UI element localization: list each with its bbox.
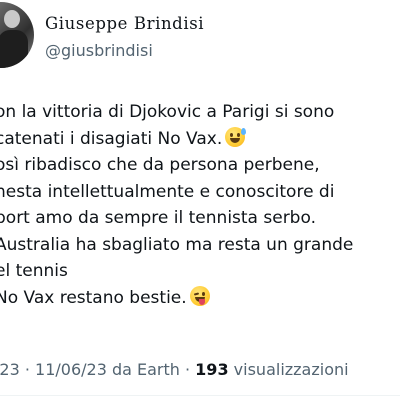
divider (0, 395, 400, 396)
tweet-header: Giuseppe Brindisi @giusbrindisi (0, 0, 400, 80)
view-count: 193 (195, 360, 229, 379)
views-label: visualizzazioni (233, 360, 349, 379)
tweet-line-7: el tennis (0, 261, 68, 281)
tweet-line-5: port amo da sempre il tennista serbo. (0, 208, 316, 228)
tweet-line-6: Australia ha sbagliato ma resta un grand… (0, 234, 354, 255)
tweet-meta: :23 · 11/06/23 da Earth · 193 visualizza… (0, 360, 349, 379)
avatar[interactable] (0, 2, 34, 68)
avatar-body (0, 30, 28, 68)
tweet-line-2-text: catenati i disagiati No Vax. (0, 128, 223, 149)
tweet-line-8-text: No Vax restano bestie. (0, 287, 187, 308)
winking-tongue-emoji-icon (189, 285, 210, 306)
tweet-line-3: osì ribadisco che da persona perbene, (0, 155, 320, 175)
author-handle[interactable]: @giusbrindisi (45, 41, 153, 60)
tweet-timestamp[interactable]: :23 · 11/06/23 da Earth · (0, 360, 190, 379)
avatar-head (4, 10, 20, 28)
tweet-line-4: nesta intellettualmente e conoscitore di (0, 181, 335, 202)
tweet-text: on la vittoria di Djokovic a Parigi si s… (0, 99, 400, 311)
tweet-line-2: catenati i disagiati No Vax. (0, 126, 400, 153)
tweet-line-1: on la vittoria di Djokovic a Parigi si s… (0, 102, 335, 122)
grinning-sweat-emoji-icon (225, 126, 247, 147)
tweet-line-8: No Vax restano bestie. (0, 285, 400, 312)
author-display-name[interactable]: Giuseppe Brindisi (45, 14, 204, 33)
